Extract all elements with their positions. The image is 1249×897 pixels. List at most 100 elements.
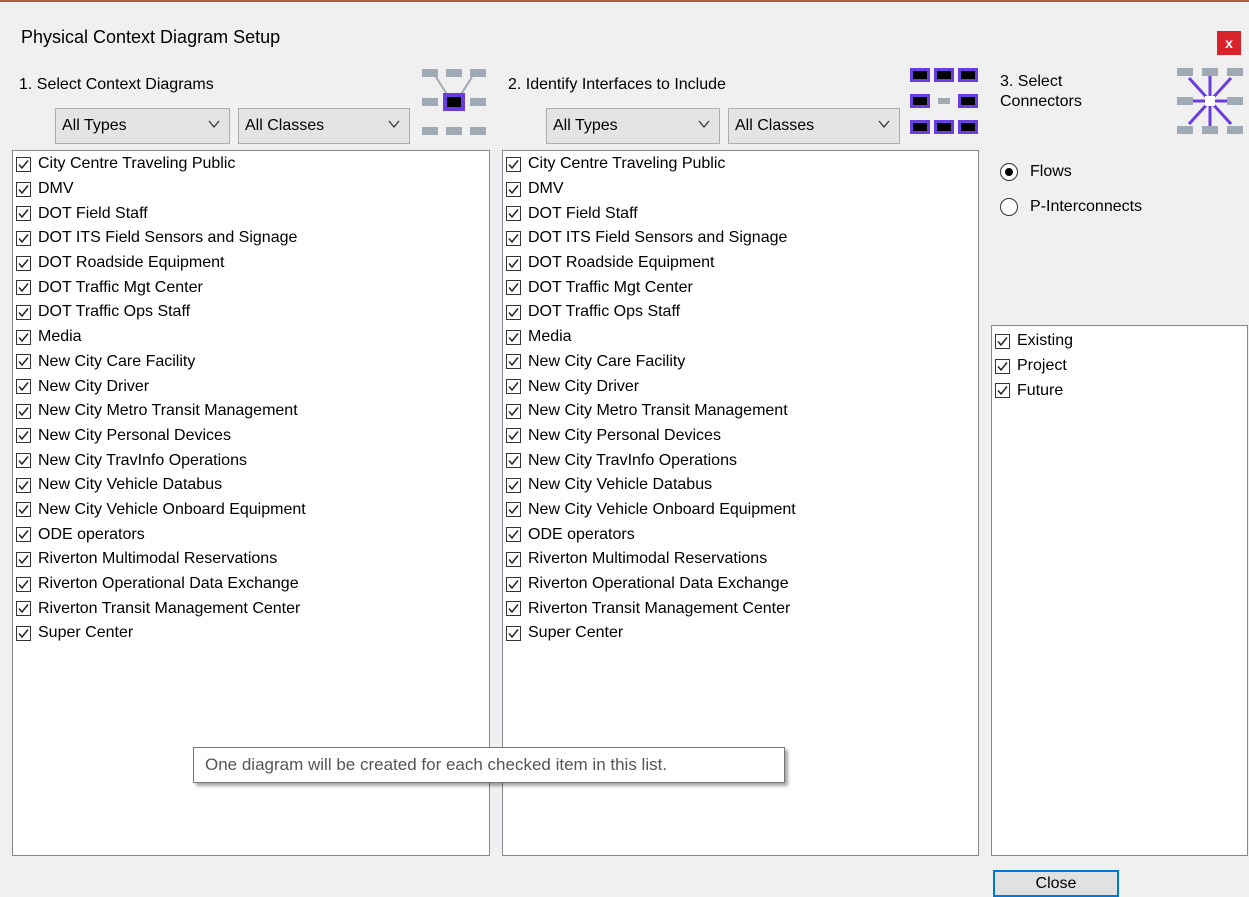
section3-status-list[interactable]: Existing Project Future xyxy=(991,325,1248,856)
checkbox-checked[interactable] xyxy=(16,428,31,444)
close-button[interactable]: Close xyxy=(993,870,1119,897)
checkbox-checked[interactable] xyxy=(16,527,31,543)
context-diagram-item[interactable]: New City TravInfo Operations xyxy=(13,448,489,473)
context-diagram-item[interactable]: Super Center xyxy=(13,621,489,646)
interface-item[interactable]: DOT Traffic Ops Staff xyxy=(503,300,978,325)
context-diagram-item[interactable]: DOT ITS Field Sensors and Signage xyxy=(13,226,489,251)
section2-type-filter[interactable]: All Types xyxy=(546,108,720,144)
context-diagram-item[interactable]: New City Vehicle Onboard Equipment xyxy=(13,498,489,523)
interface-item[interactable]: Riverton Operational Data Exchange xyxy=(503,572,978,597)
interface-item[interactable]: DOT Field Staff xyxy=(503,201,978,226)
interface-item[interactable]: Super Center xyxy=(503,621,978,646)
checkbox-checked[interactable] xyxy=(506,428,521,444)
checkmark-icon xyxy=(508,456,519,466)
checkbox-checked[interactable] xyxy=(995,333,1010,349)
context-diagram-item[interactable]: DMV xyxy=(13,177,489,202)
checkbox-checked[interactable] xyxy=(16,379,31,395)
checkbox-checked[interactable] xyxy=(16,576,31,592)
checkbox-checked[interactable] xyxy=(16,502,31,518)
context-diagram-item[interactable]: New City Personal Devices xyxy=(13,424,489,449)
checkbox-checked[interactable] xyxy=(506,403,521,419)
context-diagram-item[interactable]: DOT Field Staff xyxy=(13,201,489,226)
checkbox-checked[interactable] xyxy=(995,358,1010,374)
chevron-down-icon xyxy=(208,120,220,129)
section1-class-filter[interactable]: All Classes xyxy=(238,108,410,144)
interface-item[interactable]: New City Driver xyxy=(503,374,978,399)
checkbox-checked[interactable] xyxy=(16,329,31,345)
interface-item[interactable]: Riverton Transit Management Center xyxy=(503,596,978,621)
checkbox-checked[interactable] xyxy=(506,181,521,197)
checkbox-checked[interactable] xyxy=(506,230,521,246)
checkbox-checked[interactable] xyxy=(16,453,31,469)
interface-item[interactable]: DMV xyxy=(503,177,978,202)
context-diagram-item[interactable]: City Centre Traveling Public xyxy=(13,152,489,177)
interface-item[interactable]: New City Vehicle Onboard Equipment xyxy=(503,498,978,523)
checkbox-checked[interactable] xyxy=(506,527,521,543)
checkbox-checked[interactable] xyxy=(16,625,31,641)
status-item[interactable]: Existing xyxy=(992,329,1247,354)
checkbox-checked[interactable] xyxy=(16,403,31,419)
checkbox-checked[interactable] xyxy=(506,625,521,641)
checkbox-checked[interactable] xyxy=(506,156,521,172)
interface-item[interactable]: New City Care Facility xyxy=(503,350,978,375)
context-diagram-item[interactable]: DOT Traffic Ops Staff xyxy=(13,300,489,325)
chevron-down-icon xyxy=(698,120,710,129)
checkbox-checked[interactable] xyxy=(16,181,31,197)
interface-item[interactable]: New City TravInfo Operations xyxy=(503,448,978,473)
interface-item[interactable]: New City Personal Devices xyxy=(503,424,978,449)
checkbox-checked[interactable] xyxy=(506,551,521,567)
context-diagram-item[interactable]: New City Vehicle Databus xyxy=(13,473,489,498)
checkbox-checked[interactable] xyxy=(506,601,521,617)
checkbox-checked[interactable] xyxy=(16,230,31,246)
p-interconnects-radio[interactable]: P-Interconnects xyxy=(1000,198,1142,216)
checkbox-checked[interactable] xyxy=(16,206,31,222)
context-diagram-item[interactable]: Riverton Transit Management Center xyxy=(13,596,489,621)
status-item[interactable]: Project xyxy=(992,354,1247,379)
checkbox-checked[interactable] xyxy=(506,354,521,370)
checkbox-checked[interactable] xyxy=(506,329,521,345)
context-diagram-item[interactable]: New City Metro Transit Management xyxy=(13,399,489,424)
flows-radio-button[interactable] xyxy=(1000,163,1018,181)
section1-type-filter[interactable]: All Types xyxy=(55,108,230,144)
checkbox-checked[interactable] xyxy=(506,502,521,518)
section2-class-filter[interactable]: All Classes xyxy=(728,108,900,144)
checkbox-checked[interactable] xyxy=(506,379,521,395)
interface-item[interactable]: New City Vehicle Databus xyxy=(503,473,978,498)
checkbox-checked[interactable] xyxy=(16,156,31,172)
interface-item[interactable]: ODE operators xyxy=(503,522,978,547)
checkbox-checked[interactable] xyxy=(16,280,31,296)
context-diagram-item[interactable]: Riverton Multimodal Reservations xyxy=(13,547,489,572)
context-diagram-item[interactable]: DOT Roadside Equipment xyxy=(13,251,489,276)
interface-item[interactable]: New City Metro Transit Management xyxy=(503,399,978,424)
context-diagram-item[interactable]: New City Driver xyxy=(13,374,489,399)
checkbox-checked[interactable] xyxy=(506,304,521,320)
context-diagram-item[interactable]: ODE operators xyxy=(13,522,489,547)
interface-item[interactable]: DOT ITS Field Sensors and Signage xyxy=(503,226,978,251)
interface-item[interactable]: City Centre Traveling Public xyxy=(503,152,978,177)
checkbox-checked[interactable] xyxy=(506,477,521,493)
checkbox-checked[interactable] xyxy=(16,477,31,493)
context-diagram-item[interactable]: DOT Traffic Mgt Center xyxy=(13,275,489,300)
flows-radio[interactable]: Flows xyxy=(1000,163,1072,181)
interface-item[interactable]: Media xyxy=(503,325,978,350)
context-diagram-item[interactable]: New City Care Facility xyxy=(13,350,489,375)
checkbox-checked[interactable] xyxy=(16,601,31,617)
checkbox-checked[interactable] xyxy=(16,551,31,567)
checkbox-checked[interactable] xyxy=(506,280,521,296)
checkbox-checked[interactable] xyxy=(506,255,521,271)
checkbox-checked[interactable] xyxy=(995,383,1010,399)
checkbox-checked[interactable] xyxy=(506,206,521,222)
context-diagram-item[interactable]: Media xyxy=(13,325,489,350)
interface-item[interactable]: DOT Traffic Mgt Center xyxy=(503,275,978,300)
checkbox-checked[interactable] xyxy=(16,304,31,320)
window-close-button[interactable]: x xyxy=(1217,31,1241,55)
checkbox-checked[interactable] xyxy=(506,453,521,469)
status-item[interactable]: Future xyxy=(992,378,1247,403)
checkbox-checked[interactable] xyxy=(16,354,31,370)
checkbox-checked[interactable] xyxy=(506,576,521,592)
context-diagram-item[interactable]: Riverton Operational Data Exchange xyxy=(13,572,489,597)
interface-item[interactable]: Riverton Multimodal Reservations xyxy=(503,547,978,572)
checkbox-checked[interactable] xyxy=(16,255,31,271)
p-interconnects-radio-button[interactable] xyxy=(1000,198,1018,216)
interface-item[interactable]: DOT Roadside Equipment xyxy=(503,251,978,276)
